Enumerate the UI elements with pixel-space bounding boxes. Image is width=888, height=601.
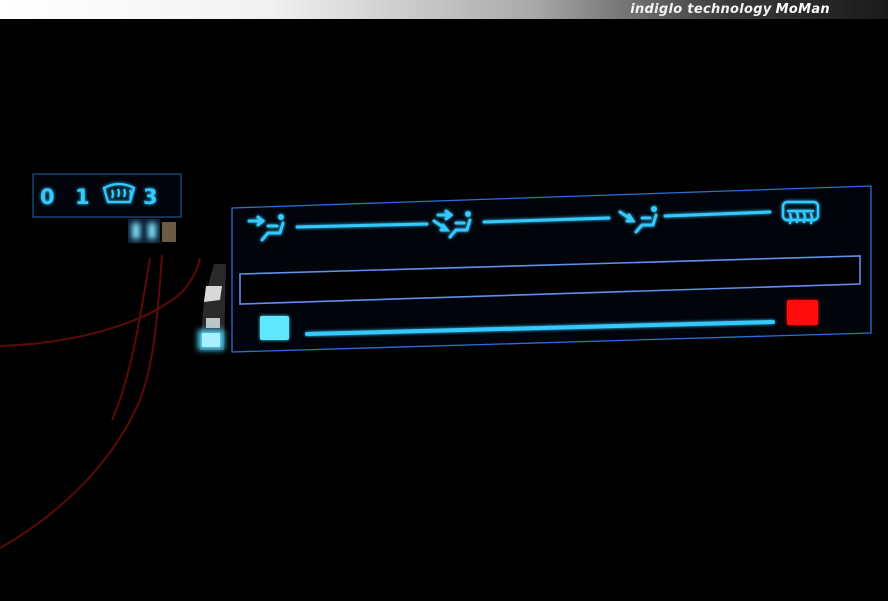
switch-bulb-right xyxy=(148,223,156,239)
fan-label-off: 0 xyxy=(40,185,55,209)
fan-label-low: 1 xyxy=(75,185,90,209)
hot-indicator xyxy=(787,300,818,325)
photo-scene: 0 1 3 xyxy=(0,173,872,549)
metal-bracket xyxy=(198,264,226,350)
header-bar: indiglo technology MoMan xyxy=(0,0,888,19)
fan-label-high: 3 xyxy=(143,185,158,209)
fan-speed-switch: 0 1 3 xyxy=(32,173,182,243)
brand-text: indiglo technology MoMan xyxy=(630,1,830,18)
red-wires xyxy=(0,254,201,549)
switch-bulb-left xyxy=(132,223,140,239)
brand-signature: MoMan xyxy=(775,2,830,17)
climate-control-panel xyxy=(231,185,872,353)
cold-indicator xyxy=(260,316,289,340)
switch-terminal xyxy=(162,222,176,242)
brand-name: indiglo technology xyxy=(630,2,772,17)
